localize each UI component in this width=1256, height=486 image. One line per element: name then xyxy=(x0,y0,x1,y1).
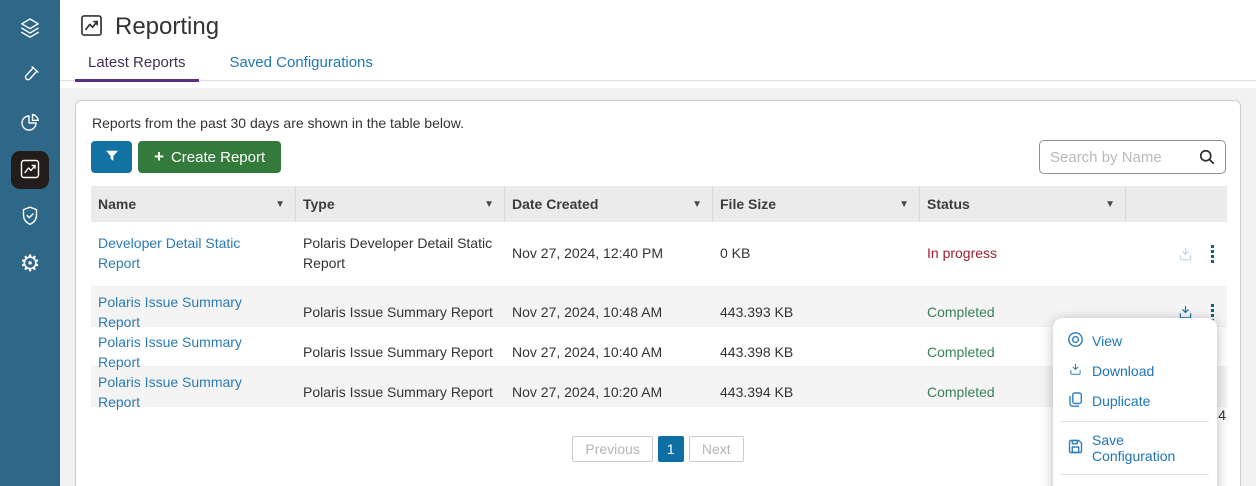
column-header-status[interactable]: Status ▼ xyxy=(920,186,1126,222)
next-page-button[interactable]: Next xyxy=(689,436,744,462)
column-header-type[interactable]: Type ▼ xyxy=(296,186,505,222)
menu-item-save-configuration[interactable]: Save Configuration xyxy=(1053,427,1217,469)
sidebar-item-security[interactable] xyxy=(11,198,49,236)
report-size: 443.394 KB xyxy=(713,377,920,409)
plus-icon: + xyxy=(154,147,164,167)
menu-divider xyxy=(1061,474,1209,475)
page-head: Reporting xyxy=(78,12,219,42)
sort-caret-icon[interactable]: ▼ xyxy=(899,199,909,210)
table-row: Developer Detail Static Report Polaris D… xyxy=(91,222,1227,287)
menu-divider xyxy=(1061,421,1209,422)
status-badge: In progress xyxy=(920,238,1126,270)
top-band: Reporting Latest Reports Saved Configura… xyxy=(60,0,1256,88)
column-header-actions xyxy=(1126,186,1227,222)
report-type: Polaris Issue Summary Report xyxy=(296,377,505,409)
shield-check-icon xyxy=(18,204,42,231)
sort-caret-icon[interactable]: ▼ xyxy=(484,199,494,210)
report-type: Polaris Issue Summary Report xyxy=(296,337,505,369)
duplicate-icon xyxy=(1067,391,1084,411)
menu-item-download[interactable]: Download xyxy=(1053,356,1217,386)
test-tube-icon xyxy=(18,63,42,90)
sidebar-item-analytics[interactable] xyxy=(11,104,49,142)
sort-caret-icon[interactable]: ▼ xyxy=(1105,199,1115,210)
report-date: Nov 27, 2024, 10:40 AM xyxy=(505,337,713,369)
previous-page-button[interactable]: Previous xyxy=(572,436,652,462)
intro-text: Reports from the past 30 days are shown … xyxy=(92,115,464,131)
report-name-link[interactable]: Polaris Issue Summary Report xyxy=(98,334,242,370)
layers-icon xyxy=(18,16,42,43)
line-chart-icon xyxy=(18,157,42,184)
report-size: 0 KB xyxy=(713,238,920,270)
sidebar-item-reporting[interactable] xyxy=(11,151,49,189)
sidebar-item-settings[interactable]: ⚙ xyxy=(11,245,49,283)
reporting-app: ⚙ Reporting Latest Reports Saved Configu… xyxy=(0,0,1256,486)
filter-button[interactable] xyxy=(91,141,132,173)
gear-icon: ⚙ xyxy=(20,253,41,276)
create-report-button[interactable]: + Create Report xyxy=(138,141,281,173)
table-header: Name ▼ Type ▼ Date Created ▼ File Size ▼… xyxy=(91,186,1227,222)
report-size: 443.393 KB xyxy=(713,297,920,329)
page-title: Reporting xyxy=(115,13,219,41)
sidebar-item-layers[interactable] xyxy=(11,10,49,48)
tab-saved-configurations[interactable]: Saved Configurations xyxy=(216,48,385,79)
report-name-link[interactable]: Polaris Issue Summary Report xyxy=(98,374,242,410)
sort-caret-icon[interactable]: ▼ xyxy=(692,199,702,210)
column-header-date-created[interactable]: Date Created ▼ xyxy=(505,186,713,222)
report-name-link[interactable]: Polaris Issue Summary Report xyxy=(98,294,242,330)
menu-item-duplicate[interactable]: Duplicate xyxy=(1053,386,1217,416)
tab-latest-reports[interactable]: Latest Reports xyxy=(75,48,199,82)
column-header-file-size[interactable]: File Size ▼ xyxy=(713,186,920,222)
report-type: Polaris Issue Summary Report xyxy=(296,297,505,329)
tab-bar: Latest Reports Saved Configurations xyxy=(60,48,1256,81)
kebab-menu-icon[interactable] xyxy=(1208,243,1217,265)
column-header-name[interactable]: Name ▼ xyxy=(91,186,296,222)
sidebar-item-tests[interactable] xyxy=(11,57,49,95)
report-size: 443.398 KB xyxy=(713,337,920,369)
menu-item-view[interactable]: View xyxy=(1053,326,1217,356)
report-date: Nov 27, 2024, 12:40 PM xyxy=(505,238,713,270)
download-icon xyxy=(1067,361,1084,381)
create-report-label: Create Report xyxy=(171,149,265,166)
download-icon xyxy=(1176,245,1195,264)
sort-caret-icon[interactable]: ▼ xyxy=(275,199,285,210)
row-actions-context-menu: View Download Duplicate Save Configurati… xyxy=(1053,318,1217,486)
sidebar: ⚙ xyxy=(0,0,60,486)
search-icon[interactable] xyxy=(1197,147,1217,170)
menu-item-delete[interactable]: Delete xyxy=(1053,480,1217,486)
report-date: Nov 27, 2024, 10:48 AM xyxy=(505,297,713,329)
current-page-button[interactable]: 1 xyxy=(658,436,684,462)
reporting-icon xyxy=(78,12,105,42)
search-container xyxy=(1039,140,1226,174)
report-name-link[interactable]: Developer Detail Static Report xyxy=(98,235,240,271)
eye-icon xyxy=(1067,331,1084,351)
report-type: Polaris Developer Detail Static Report xyxy=(296,228,505,279)
save-icon xyxy=(1067,438,1084,458)
funnel-icon xyxy=(103,147,121,168)
pie-chart-icon xyxy=(18,110,42,137)
report-date: Nov 27, 2024, 10:20 AM xyxy=(505,377,713,409)
